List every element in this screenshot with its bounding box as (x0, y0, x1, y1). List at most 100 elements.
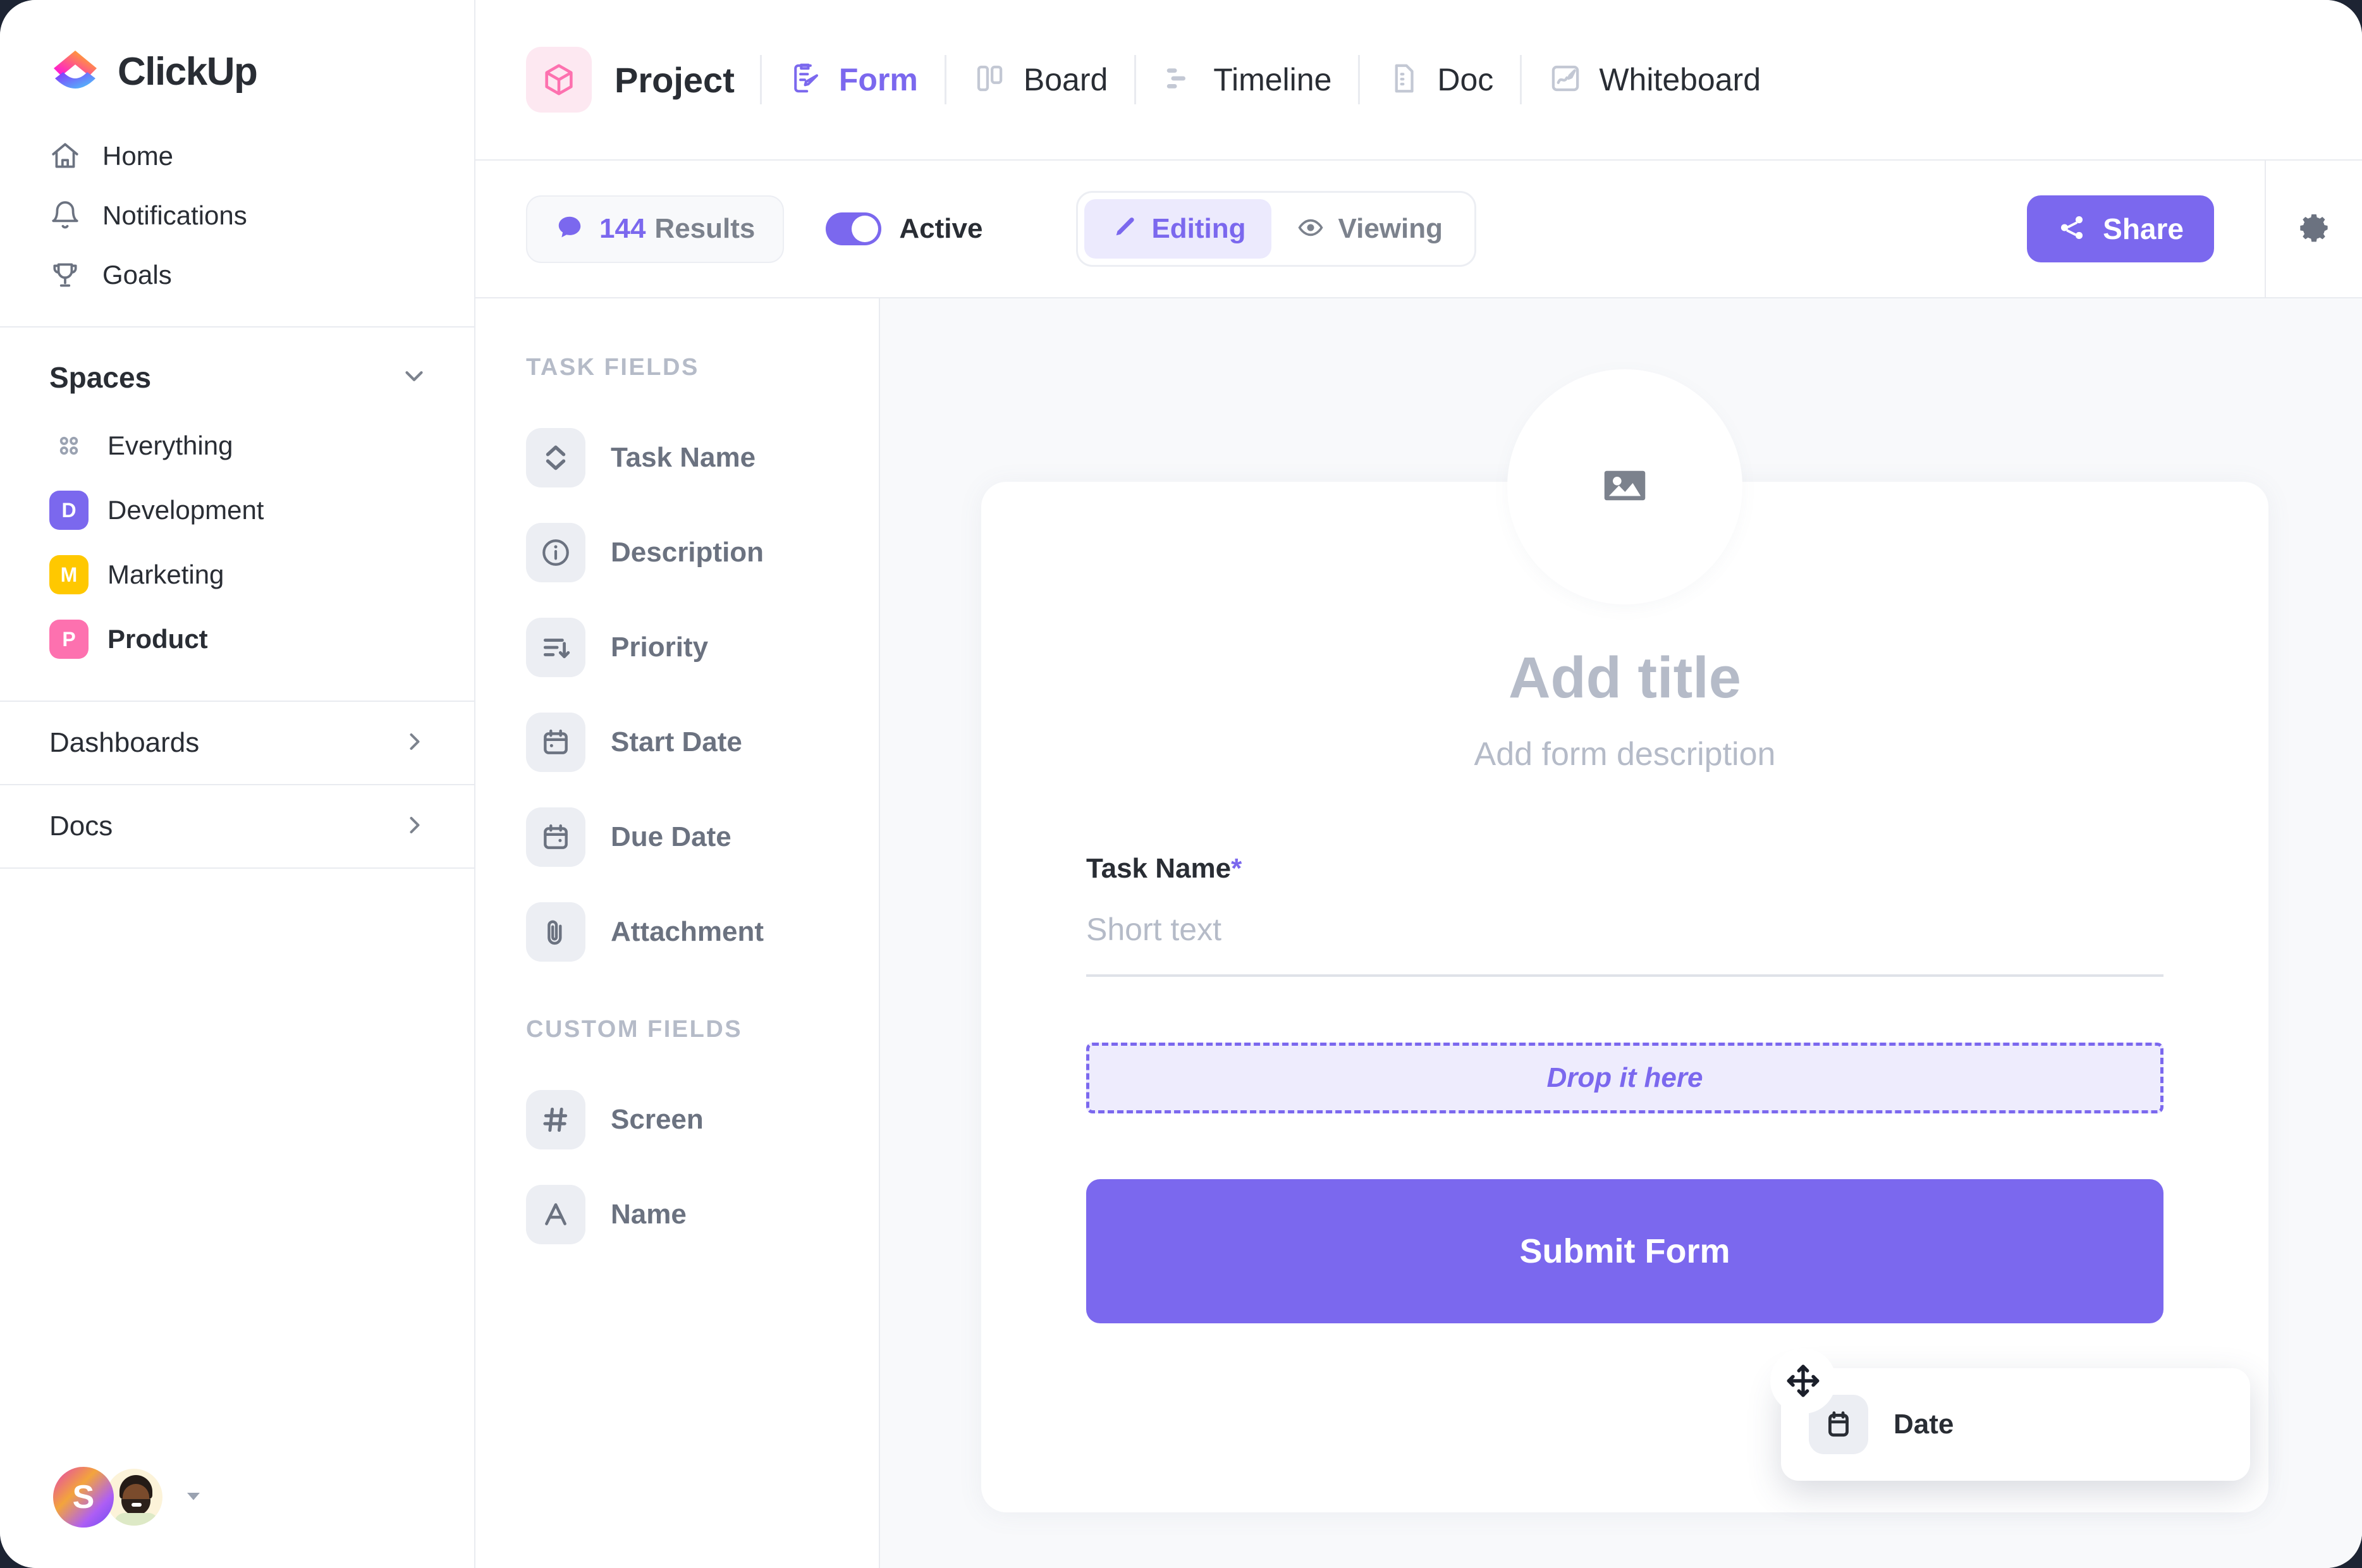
fields-panel: TASK FIELDS Task Name Description Priori… (475, 298, 880, 1568)
avatar-mouth (132, 1503, 142, 1507)
gear-icon (2296, 210, 2332, 248)
chevron-down-icon[interactable] (400, 362, 429, 394)
nav-item-goals[interactable]: Goals (0, 245, 474, 305)
sidebar-item-label: Development (107, 495, 264, 525)
trophy-icon (49, 259, 81, 291)
sidebar-item-marketing[interactable]: M Marketing (0, 542, 474, 607)
sidebar-item-label: Product (107, 624, 208, 654)
field-label: Description (611, 537, 764, 568)
main-area: Project Form Board Timeline Doc Whiteboa… (475, 0, 2362, 1568)
space-badge-icon: P (49, 620, 89, 659)
space-badge-letter: P (62, 627, 76, 651)
cube-icon (526, 47, 592, 113)
chevron-right-icon[interactable] (401, 728, 429, 759)
field-label: Task Name (611, 442, 756, 473)
sidebar-item-product[interactable]: P Product (0, 607, 474, 671)
page-title: Project (615, 59, 735, 100)
tab-whiteboard[interactable]: Whiteboard (1522, 61, 1787, 99)
nav-item-label: Home (102, 141, 174, 171)
workspace-avatar-initial: S (72, 1479, 95, 1516)
nav-item-home[interactable]: Home (0, 126, 474, 186)
field-item-description[interactable]: Description (475, 505, 879, 600)
clickup-chevrons-icon (526, 428, 585, 487)
move-icon (1770, 1348, 1836, 1414)
submit-form-button[interactable]: Submit Form (1086, 1179, 2163, 1323)
hash-icon (526, 1090, 585, 1149)
whiteboard-icon (1548, 61, 1582, 99)
active-toggle[interactable]: Active (826, 212, 982, 245)
spaces-header[interactable]: Spaces (0, 328, 474, 413)
priority-sort-icon (526, 618, 585, 677)
share-icon (2057, 213, 2086, 245)
form-cover-image-button[interactable] (1507, 369, 1742, 604)
sidebar: ClickUp Home Notifications Goals Spaces … (0, 0, 475, 1568)
dropzone-label: Drop it here (1546, 1062, 1703, 1093)
primary-nav: Home Notifications Goals (0, 97, 474, 305)
share-button-label: Share (2103, 212, 2184, 245)
form-dropzone[interactable]: Drop it here (1086, 1043, 2163, 1113)
form-preview-card: Add title Add form description Task Name… (981, 369, 2268, 1512)
eye-icon (1297, 214, 1325, 245)
active-toggle-label: Active (899, 213, 983, 244)
field-item-task-name[interactable]: Task Name (475, 410, 879, 505)
field-label: Priority (611, 632, 709, 663)
mode-editing-button[interactable]: Editing (1084, 199, 1271, 259)
tab-label: Doc (1437, 62, 1494, 97)
form-canvas: Add title Add form description Task Name… (880, 298, 2362, 1568)
bell-icon (49, 200, 81, 231)
custom-fields-header: CUSTOM FIELDS (526, 1016, 743, 1043)
avatar-body (114, 1513, 159, 1526)
nav-item-notifications[interactable]: Notifications (0, 186, 474, 245)
results-label: Results (654, 213, 756, 244)
field-label: Due Date (611, 821, 731, 852)
tab-doc[interactable]: Doc (1360, 61, 1520, 99)
comment-icon (555, 213, 584, 245)
workspace-avatar[interactable]: S (53, 1467, 114, 1528)
form-field-label: Task Name* (1086, 853, 2163, 885)
tab-label: Timeline (1213, 62, 1332, 97)
sidebar-item-docs[interactable]: Docs (0, 785, 474, 867)
view-tabs-bar: Project Form Board Timeline Doc Whiteboa… (475, 0, 2362, 161)
field-label: Name (611, 1199, 687, 1230)
form-field-task-name: Task Name* Short text (1086, 773, 2163, 977)
sidebar-item-development[interactable]: D Development (0, 478, 474, 542)
space-badge-letter: M (60, 563, 78, 586)
share-button[interactable]: Share (2027, 195, 2214, 262)
field-item-due-date[interactable]: Due Date (475, 790, 879, 885)
form-icon (788, 61, 823, 99)
field-label: Screen (611, 1104, 704, 1135)
toggle-switch[interactable] (826, 212, 882, 245)
task-name-input[interactable]: Short text (1086, 911, 2163, 977)
field-item-start-date[interactable]: Start Date (475, 695, 879, 790)
field-item-attachment[interactable]: Attachment (475, 885, 879, 979)
mode-label: Viewing (1338, 213, 1443, 244)
calendar-icon (526, 807, 585, 867)
mode-switch: Editing Viewing (1076, 191, 1476, 267)
field-item-priority[interactable]: Priority (475, 600, 879, 695)
tab-timeline[interactable]: Timeline (1136, 61, 1358, 99)
drag-preview-card[interactable]: Date (1781, 1368, 2250, 1481)
user-account-area[interactable]: S (0, 1467, 474, 1568)
spaces-header-label: Spaces (49, 361, 152, 394)
results-count: 144 (599, 213, 646, 244)
mode-viewing-button[interactable]: Viewing (1271, 199, 1468, 259)
toggle-knob (852, 216, 879, 242)
settings-button[interactable] (2265, 161, 2362, 297)
tab-label: Whiteboard (1599, 62, 1761, 97)
sidebar-item-dashboards[interactable]: Dashboards (0, 702, 474, 784)
nav-item-label: Notifications (102, 200, 247, 230)
app-window: ClickUp Home Notifications Goals Spaces … (0, 0, 2362, 1568)
chevron-right-icon[interactable] (401, 811, 429, 842)
app-logo[interactable]: ClickUp (0, 0, 474, 97)
field-item-screen[interactable]: Screen (475, 1072, 879, 1167)
doc-icon (1386, 61, 1421, 99)
results-chip[interactable]: 144 Results (526, 195, 785, 263)
sidebar-item-label: Everything (107, 431, 233, 460)
field-item-name[interactable]: Name (475, 1167, 879, 1262)
form-toolbar: 144 Results Active Editing Viewing Share (475, 161, 2362, 298)
caret-down-icon[interactable] (181, 1483, 206, 1512)
sidebar-item-everything[interactable]: Everything (0, 413, 474, 478)
tab-form[interactable]: Form (762, 61, 945, 99)
tab-board[interactable]: Board (946, 61, 1134, 99)
form-description[interactable]: Add form description (1086, 711, 2163, 773)
